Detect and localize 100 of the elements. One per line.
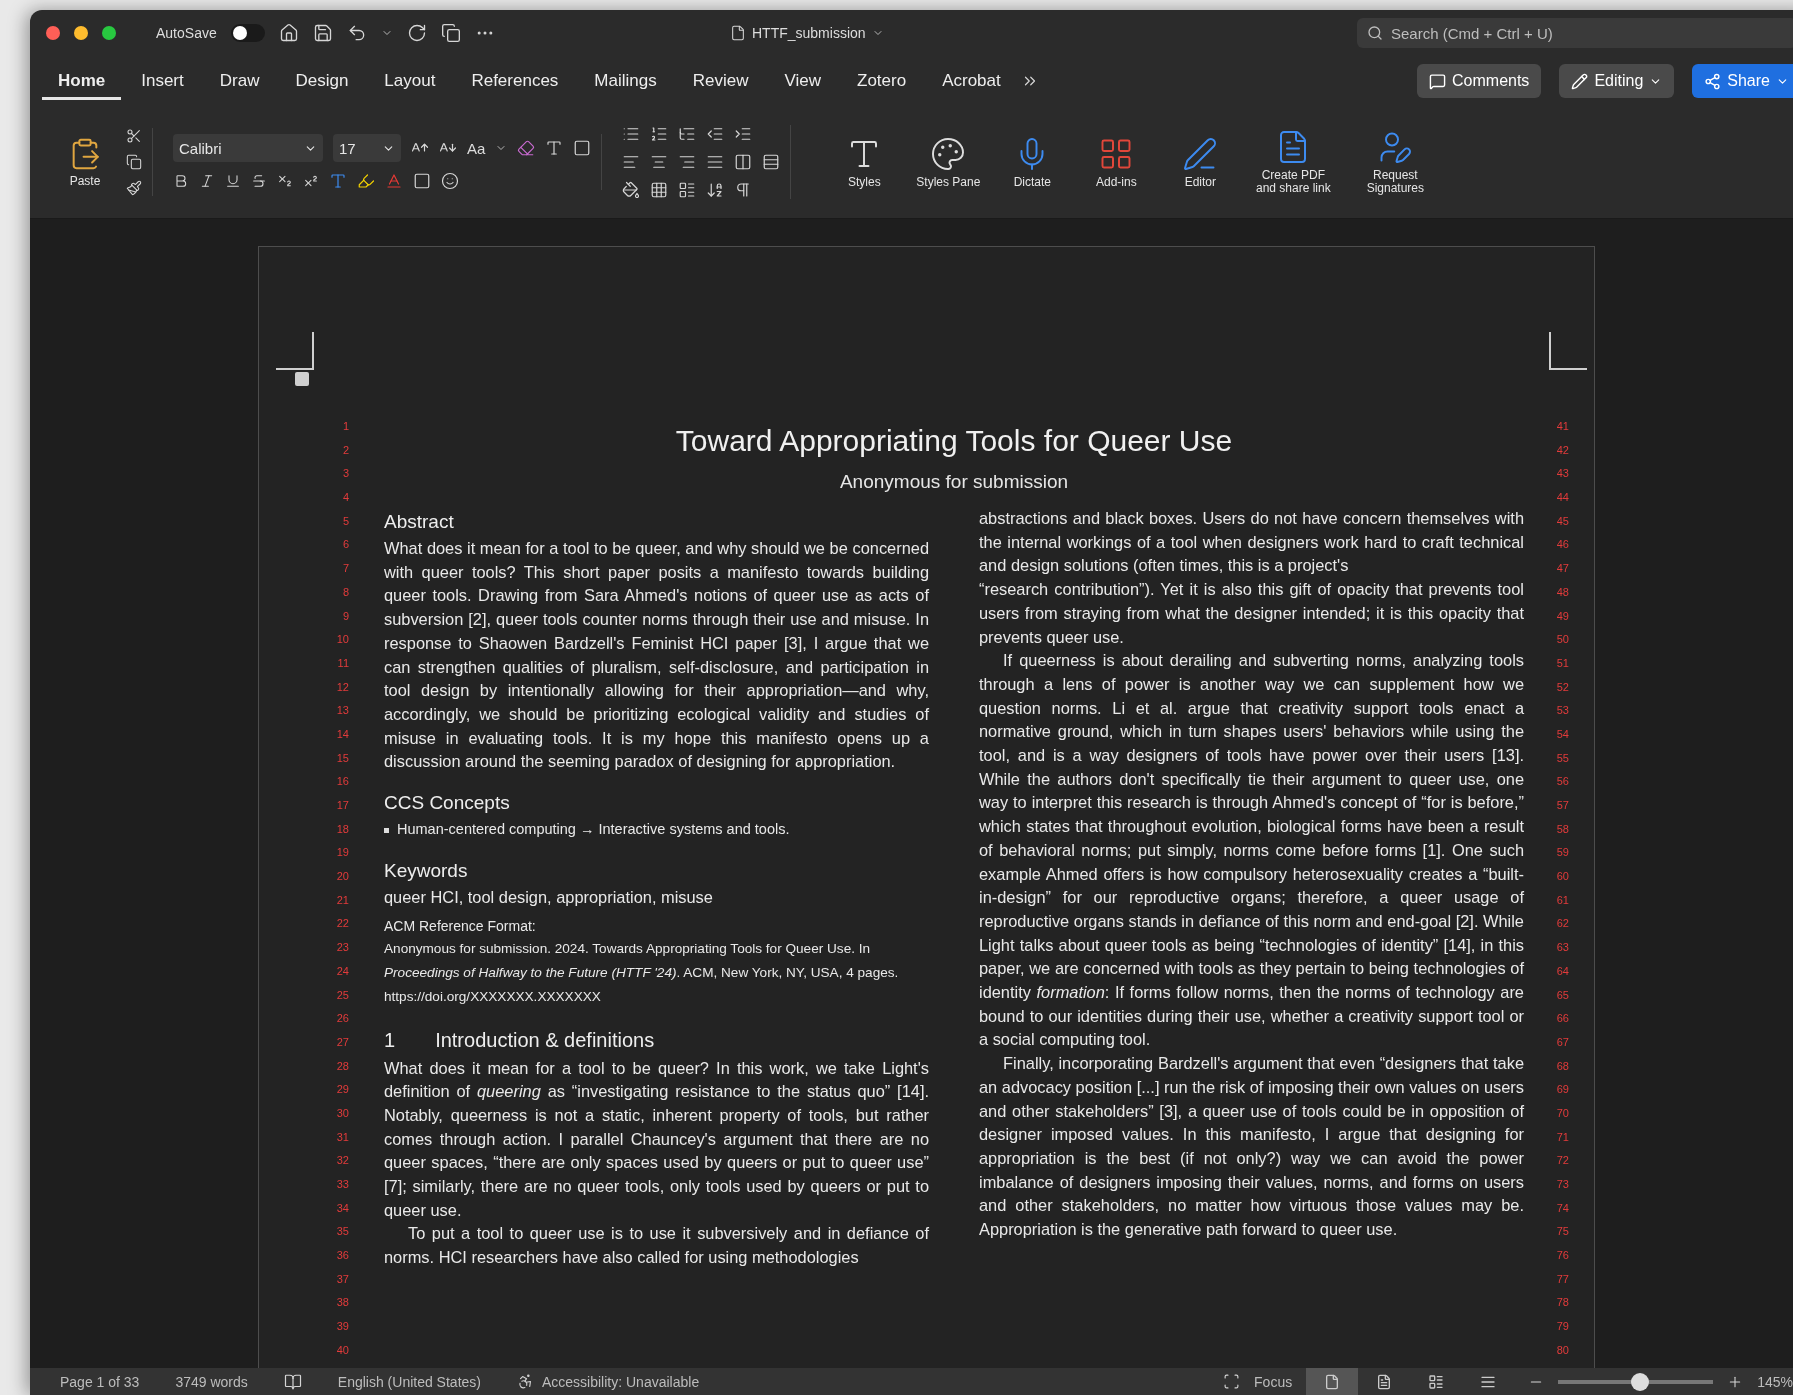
focus-icon[interactable] bbox=[1223, 1373, 1241, 1390]
bold-icon[interactable] bbox=[173, 173, 189, 189]
line-number: 45 bbox=[1556, 513, 1569, 529]
section-heading: Keywords bbox=[384, 858, 469, 883]
ribbon-tab[interactable]: Design bbox=[279, 62, 365, 100]
ribbon-tab[interactable]: Review bbox=[676, 62, 765, 100]
comment-icon bbox=[1429, 72, 1446, 90]
body-paragraph: What does it mean for a tool to be queer? In this work, we take Light's definition of queering as “investigating resistance to the status quo” [14]. Notably, queerness is not a static, inherent property of tools, but rather comes through action. I parallel Chauncey's argument that there are no queer spaces, “there are only spaces used by queers or put to queer use” [7]; similarly, there are no queer tools, only tools used by queers or put to queer use. bbox=[384, 1057, 929, 1221]
ribbon-tab[interactable]: Insert bbox=[125, 62, 200, 100]
format-painter-icon[interactable] bbox=[126, 180, 142, 196]
ribbon-tab[interactable]: Acrobat bbox=[926, 62, 1017, 100]
save-icon[interactable] bbox=[312, 23, 333, 43]
line-number: 41 bbox=[1556, 419, 1569, 434]
align-left-icon[interactable] bbox=[622, 153, 641, 171]
proofing-icon[interactable] bbox=[283, 1372, 302, 1391]
styles-pane-button[interactable]: Styles Pane bbox=[915, 135, 982, 189]
highlighter-icon[interactable] bbox=[357, 172, 375, 190]
signature-button[interactable]: Request Signatures bbox=[1353, 129, 1438, 195]
focus-button[interactable]: Focus bbox=[1254, 1373, 1293, 1390]
superscript-icon[interactable] bbox=[303, 173, 319, 189]
line-number: 75 bbox=[1556, 1224, 1569, 1240]
line-number: 39 bbox=[336, 1319, 349, 1335]
microphone-button[interactable]: Dictate bbox=[999, 135, 1066, 189]
ribbon-tab[interactable]: View bbox=[768, 62, 837, 100]
subscript-icon[interactable] bbox=[277, 173, 293, 189]
paste-button[interactable]: Paste bbox=[54, 136, 116, 188]
strikethrough-icon[interactable] bbox=[251, 173, 267, 189]
underline-icon[interactable] bbox=[225, 173, 241, 189]
pen-button[interactable]: Editor bbox=[1167, 135, 1234, 189]
increase-indent-icon[interactable] bbox=[734, 125, 753, 143]
line-spacing-icon[interactable] bbox=[762, 153, 781, 171]
ribbon-tab[interactable]: Draw bbox=[203, 62, 276, 100]
line-number: 58 bbox=[1556, 821, 1569, 837]
share-button[interactable]: Share bbox=[1692, 64, 1793, 98]
line-number: 16 bbox=[336, 774, 349, 790]
search-field[interactable]: Search (Cmd + Ctrl + U) bbox=[1357, 18, 1793, 48]
page-count[interactable]: Page 1 of 33 bbox=[60, 1373, 140, 1390]
line-number: 29 bbox=[336, 1082, 349, 1098]
scissors-icon[interactable] bbox=[126, 128, 142, 144]
line-number: 48 bbox=[1556, 584, 1569, 600]
autosave-label: AutoSave bbox=[156, 25, 217, 41]
text-direction-icon[interactable] bbox=[678, 181, 697, 199]
line-number: 17 bbox=[336, 798, 349, 813]
editing-button[interactable]: Editing bbox=[1559, 64, 1675, 98]
line-number: 22 bbox=[336, 916, 349, 932]
home-icon[interactable] bbox=[278, 23, 299, 43]
change-case-button[interactable]: Aa bbox=[467, 139, 486, 157]
numbering-icon[interactable] bbox=[650, 125, 669, 143]
zoom-slider-thumb[interactable] bbox=[1631, 1372, 1650, 1391]
decrease-indent-icon[interactable] bbox=[706, 125, 725, 143]
line-number: 63 bbox=[1556, 940, 1569, 956]
line-number: 27 bbox=[336, 1034, 349, 1050]
line-number: 37 bbox=[336, 1271, 349, 1287]
align-right-icon[interactable] bbox=[678, 153, 697, 171]
line-number: 21 bbox=[336, 892, 349, 908]
ribbon-tab[interactable]: Mailings bbox=[578, 62, 673, 100]
font-name-field[interactable]: Calibri bbox=[173, 134, 323, 162]
minimize-button[interactable] bbox=[74, 26, 88, 40]
bullets-icon[interactable] bbox=[622, 125, 641, 143]
view-button[interactable] bbox=[1306, 1368, 1359, 1395]
line-number: 74 bbox=[1556, 1200, 1569, 1216]
grid-button[interactable]: Add-ins bbox=[1083, 135, 1150, 189]
align-center-icon[interactable] bbox=[650, 153, 669, 171]
ribbon-tab[interactable]: Zotero bbox=[841, 62, 923, 100]
pdf-document-button[interactable]: Create PDF and share link bbox=[1251, 129, 1336, 195]
line-number: 43 bbox=[1556, 466, 1569, 482]
word-count[interactable]: 3749 words bbox=[175, 1373, 248, 1390]
zoom-percentage[interactable]: 145% bbox=[1757, 1373, 1793, 1390]
redo-icon[interactable] bbox=[406, 23, 427, 43]
comments-button[interactable]: Comments bbox=[1417, 64, 1542, 98]
font-size-field[interactable]: 17 bbox=[333, 134, 401, 162]
ribbon-tab[interactable]: Layout bbox=[368, 62, 452, 100]
columns-icon[interactable] bbox=[734, 153, 753, 171]
sort-icon[interactable] bbox=[706, 181, 725, 199]
line-number: 50 bbox=[1556, 632, 1569, 648]
line-number: 40 bbox=[336, 1342, 349, 1358]
line-number: 24 bbox=[336, 963, 349, 979]
accessibility-icon[interactable] bbox=[517, 1373, 534, 1390]
justify-icon[interactable] bbox=[706, 153, 725, 171]
line-number: 31 bbox=[336, 1129, 349, 1145]
line-number: 34 bbox=[336, 1200, 349, 1216]
font-color-icon[interactable] bbox=[385, 172, 403, 190]
close-button[interactable] bbox=[46, 26, 60, 40]
borders-icon[interactable] bbox=[650, 181, 669, 199]
zoom-button[interactable] bbox=[102, 26, 116, 40]
copy-icon[interactable] bbox=[126, 154, 142, 170]
ribbon-tab[interactable]: Home bbox=[42, 62, 122, 100]
line-number: 46 bbox=[1556, 537, 1569, 553]
clear-formatting-icon[interactable] bbox=[517, 139, 536, 157]
italic-icon[interactable] bbox=[199, 173, 215, 189]
section-heading: Abstract bbox=[384, 510, 455, 534]
ribbon-tab[interactable]: References bbox=[455, 62, 575, 100]
autosave-toggle[interactable] bbox=[230, 24, 265, 42]
accessibility-status[interactable]: Accessibility: Unavailable bbox=[542, 1373, 700, 1390]
styles-button[interactable]: Styles bbox=[831, 135, 898, 189]
body-paragraph: “research contribution”). Yet it is also this gift of opacity that prevents tool users from straying from what the designer intended; it is this opacity that prevents queer use. bbox=[979, 579, 1524, 648]
language-label[interactable]: English (United States) bbox=[337, 1373, 481, 1390]
document-icon[interactable] bbox=[730, 25, 746, 41]
multilevel-list-icon[interactable] bbox=[678, 125, 697, 143]
line-number: 65 bbox=[1556, 987, 1569, 1003]
